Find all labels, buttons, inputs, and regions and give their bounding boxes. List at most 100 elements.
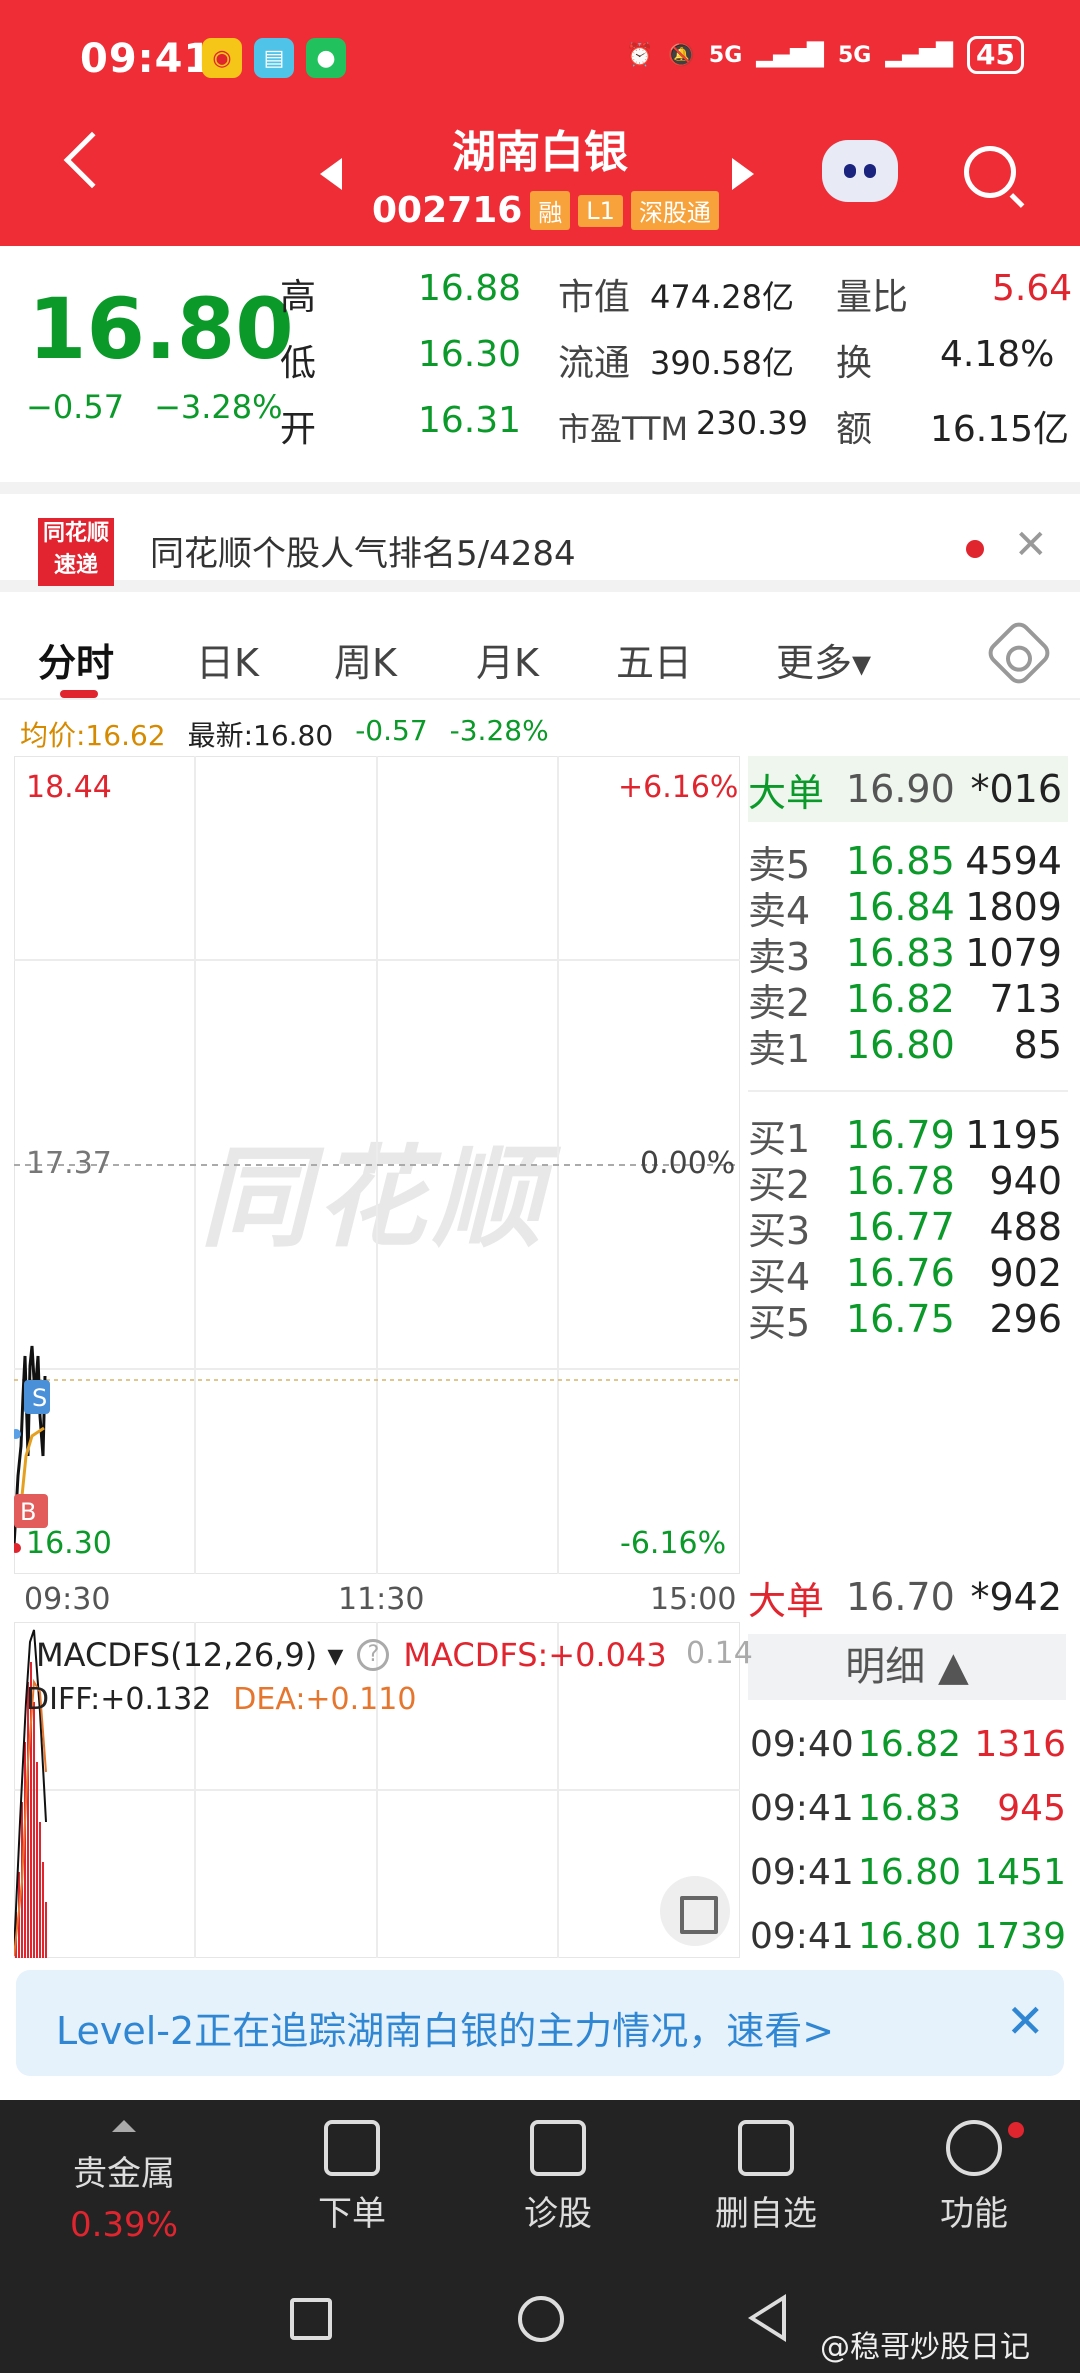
status-app-icons: ◉ ▤ ● <box>202 38 346 78</box>
header-bar: 09:41 ◉ ▤ ● ⏰ 🔕 5G ▂▄▆█ 5G ▂▄▆█ 45 湖南白银 … <box>0 0 1080 246</box>
menu-circle-icon <box>946 2120 1002 2176</box>
help-icon[interactable]: ? <box>357 1639 390 1671</box>
trade-vol: 1739 <box>974 1915 1066 1957</box>
popularity-rank-bar[interactable]: 同花顺 速递 同花顺个股人气排名5/4284 ✕ <box>0 482 1080 592</box>
margin-tag: 融 <box>530 191 571 230</box>
mute-icon: 🔕 <box>667 42 695 68</box>
latest-change: -0.57 <box>355 714 428 747</box>
value-amount: 16.15亿 <box>930 409 1070 450</box>
chart-bottom-pct: -6.16% <box>620 1526 727 1561</box>
price-change: −0.57 −3.28% <box>26 388 283 426</box>
battery-icon: 45 <box>967 36 1024 74</box>
functions-label: 功能 <box>940 2194 1008 2234</box>
time-label-close: 15:00 <box>650 1582 737 1617</box>
remove-watchlist-button[interactable]: 删自选 <box>676 2120 856 2235</box>
tab-monthly-k[interactable]: 月K <box>476 632 539 687</box>
tab-intraday[interactable]: 分时 <box>38 632 114 687</box>
macd-values-line: DIFF:+0.132 DEA:+0.110 <box>26 1682 416 1717</box>
chart-bottom-price: 16.30 <box>26 1526 112 1561</box>
bid-label: 买5 <box>748 1300 811 1345</box>
macd-header: MACDFS(12,26,9) ▾ ? MACDFS:+0.043 <box>36 1636 667 1674</box>
big-order-price: 16.90 <box>846 767 955 811</box>
stock-code-row: 002716 融 L1 深股通 <box>372 190 719 231</box>
current-price: 16.80 <box>28 280 294 378</box>
ask-label: 卖1 <box>748 1026 811 1071</box>
market-tag: 深股通 <box>630 191 719 230</box>
order-document-icon <box>324 2120 380 2176</box>
medical-kit-icon <box>530 2120 586 2176</box>
trade-row: 09:41 16.83 945 <box>750 1776 1066 1840</box>
trade-row: 09:40 16.82 1316 <box>750 1712 1066 1776</box>
trade-detail-toggle[interactable]: 明细 ▲ <box>748 1634 1066 1700</box>
trade-time: 09:41 <box>750 1915 854 1957</box>
intraday-info-line: 均价:16.62 最新:16.80 -0.57 -3.28% <box>20 714 549 754</box>
intraday-chart[interactable] <box>14 756 740 1574</box>
fullscreen-expand-icon[interactable] <box>660 1876 730 1946</box>
latest-price: 最新:16.80 <box>187 719 334 752</box>
label-open: 开 <box>280 409 317 450</box>
big-order-bid[interactable]: 大单 16.70 *942 <box>748 1564 1068 1630</box>
status-time: 09:41 <box>80 36 213 82</box>
chart-top-pct: +6.16% <box>618 770 739 805</box>
trade-time: 09:41 <box>750 1851 854 1893</box>
signal-icon-2: 5G <box>837 42 872 68</box>
chart-tabs: 分时 日K 周K 月K 五日 更多▾ <box>0 604 1080 700</box>
trade-vol: 1451 <box>974 1851 1066 1893</box>
signal-icon-1: 5G <box>708 42 743 68</box>
caret-up-icon <box>112 2120 136 2132</box>
value-volume-ratio: 5.64 <box>992 268 1073 309</box>
home-icon[interactable] <box>518 2296 564 2342</box>
trade-vol: 1316 <box>974 1723 1066 1765</box>
trade-time: 09:41 <box>750 1787 854 1829</box>
big-order-label: 大单 <box>748 770 825 815</box>
bid-price: 16.75 <box>846 1297 955 1341</box>
signal-bars-icon-2: ▂▄▆█ <box>885 42 954 68</box>
wechat-icon: ● <box>306 38 346 78</box>
label-amount: 额 <box>836 409 873 450</box>
bottom-toolbar: 贵金属 0.39% 下单 诊股 删自选 功能 <box>0 2100 1080 2270</box>
sector-pct: 0.39% <box>69 2205 178 2245</box>
level2-banner[interactable]: Level-2正在追踪湖南白银的主力情况，速看> ✕ <box>16 1970 1064 2076</box>
back-nav-icon[interactable] <box>748 2294 786 2342</box>
level2-close-icon[interactable]: ✕ <box>1006 1994 1045 2048</box>
diagnose-label: 诊股 <box>524 2194 592 2234</box>
trade-price: 16.82 <box>858 1723 962 1765</box>
book-icon: ▤ <box>254 38 294 78</box>
tab-daily-k[interactable]: 日K <box>196 632 259 687</box>
chart-mid-price: 17.37 <box>26 1146 112 1181</box>
sector-button[interactable]: 贵金属 0.39% <box>34 2120 214 2245</box>
order-label: 下单 <box>318 2194 386 2234</box>
sell-marker-label: S <box>32 1384 48 1412</box>
rank-text: 同花顺个股人气排名5/4284 <box>150 534 576 574</box>
sector-name: 贵金属 <box>73 2154 175 2194</box>
tab-five-day[interactable]: 五日 <box>616 632 692 687</box>
search-icon[interactable] <box>964 146 1016 198</box>
macd-indicator-select[interactable]: MACDFS(12,26,9) ▾ <box>36 1636 343 1674</box>
chart-mid-pct: 0.00% <box>640 1146 736 1181</box>
diagnose-button[interactable]: 诊股 <box>468 2120 648 2235</box>
assistant-robot-icon[interactable] <box>822 140 898 202</box>
big-order-vol: *942 <box>970 1575 1062 1619</box>
recents-icon[interactable] <box>290 2298 332 2340</box>
stock-name: 湖南白银 <box>452 127 628 178</box>
time-label-noon: 11:30 <box>338 1582 425 1617</box>
next-stock-icon[interactable] <box>732 158 754 190</box>
signal-bars-icon-1: ▂▄▆█ <box>756 42 824 68</box>
logo-text-top: 同花顺 <box>42 521 109 546</box>
close-icon[interactable]: ✕ <box>1014 522 1048 568</box>
big-order-ask[interactable]: 大单 16.90 *016 <box>748 756 1068 822</box>
weibo-icon: ◉ <box>202 38 242 78</box>
tab-weekly-k[interactable]: 周K <box>334 632 397 687</box>
stock-code: 002716 <box>372 190 523 231</box>
tab-more[interactable]: 更多▾ <box>776 632 871 687</box>
close-marker <box>14 1543 21 1553</box>
big-order-label: 大单 <box>748 1578 825 1623</box>
order-button[interactable]: 下单 <box>262 2120 442 2235</box>
notification-dot <box>966 540 984 558</box>
label-low: 低 <box>280 343 317 384</box>
value-float: 390.58亿 <box>650 344 794 382</box>
logo-text-bottom: 速递 <box>53 553 98 578</box>
functions-button[interactable]: 功能 <box>884 2120 1064 2235</box>
status-system-icons: ⏰ 🔕 5G ▂▄▆█ 5G ▂▄▆█ 45 <box>626 36 1024 74</box>
remove-watchlist-label: 删自选 <box>715 2194 817 2234</box>
